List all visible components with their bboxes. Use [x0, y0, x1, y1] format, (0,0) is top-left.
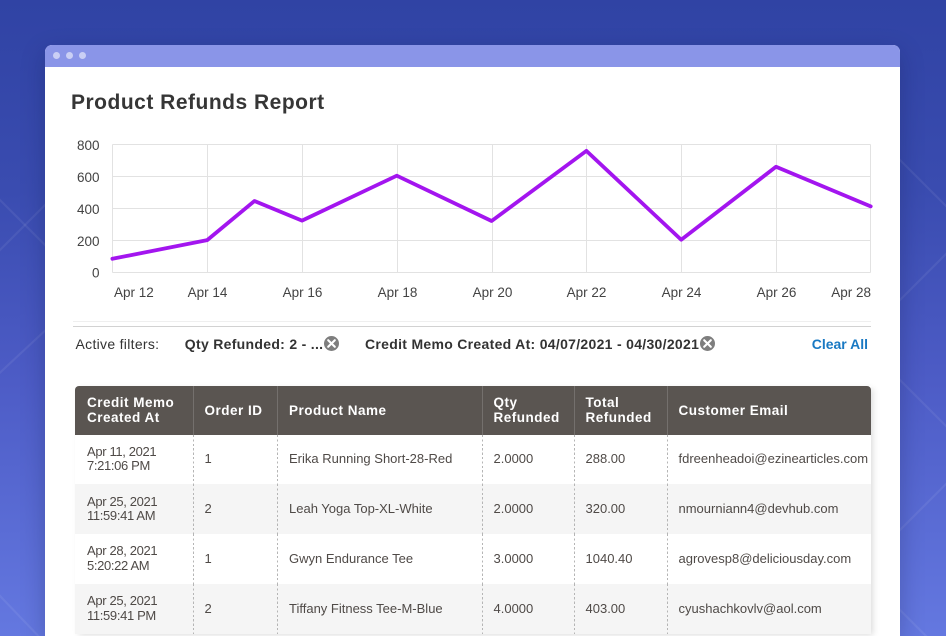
- svg-text:Apr 12: Apr 12: [114, 285, 154, 300]
- svg-text:Apr 14: Apr 14: [188, 285, 228, 300]
- svg-text:Apr 20: Apr 20: [473, 285, 513, 300]
- svg-text:0: 0: [92, 266, 100, 281]
- svg-text:Apr 16: Apr 16: [283, 285, 323, 300]
- svg-text:Apr 26: Apr 26: [757, 285, 797, 300]
- svg-text:200: 200: [77, 234, 100, 249]
- svg-text:Apr 22: Apr 22: [567, 285, 607, 300]
- svg-text:Apr 28: Apr 28: [831, 285, 871, 300]
- svg-text:400: 400: [77, 202, 100, 217]
- svg-text:600: 600: [77, 170, 100, 185]
- svg-text:Apr 24: Apr 24: [662, 285, 702, 300]
- svg-text:800: 800: [77, 138, 100, 153]
- svg-text:Apr 18: Apr 18: [378, 285, 418, 300]
